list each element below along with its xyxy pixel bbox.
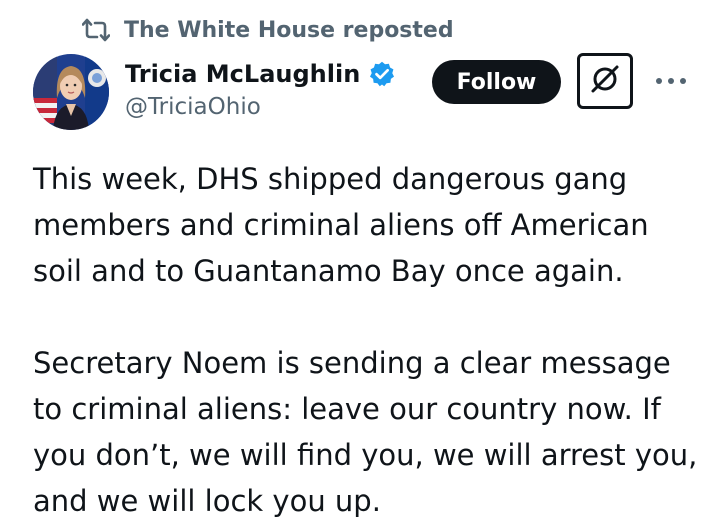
- tweet-text: This week, DHS shipped dangerous gang me…: [33, 156, 703, 524]
- repost-label[interactable]: The White House reposted: [124, 18, 454, 43]
- more-dots-icon: [655, 70, 687, 89]
- tweet-paragraph: Secretary Noem is sending a clear messag…: [33, 346, 698, 518]
- avatar[interactable]: [33, 54, 109, 130]
- handle[interactable]: @TriciaOhio: [125, 94, 396, 120]
- author-info: Tricia McLaughlin @TriciaOhio: [125, 56, 396, 120]
- tweet-paragraph: This week, DHS shipped dangerous gang me…: [33, 162, 649, 288]
- display-name[interactable]: Tricia McLaughlin: [125, 60, 360, 88]
- grok-icon: [589, 63, 621, 99]
- repost-header[interactable]: The White House reposted: [81, 14, 454, 46]
- repost-icon: [81, 18, 111, 42]
- verified-badge-icon[interactable]: [368, 60, 396, 88]
- follow-button[interactable]: Follow: [432, 60, 561, 104]
- name-row: Tricia McLaughlin: [125, 56, 396, 92]
- grok-button[interactable]: [577, 53, 633, 109]
- more-options-button[interactable]: [654, 68, 688, 90]
